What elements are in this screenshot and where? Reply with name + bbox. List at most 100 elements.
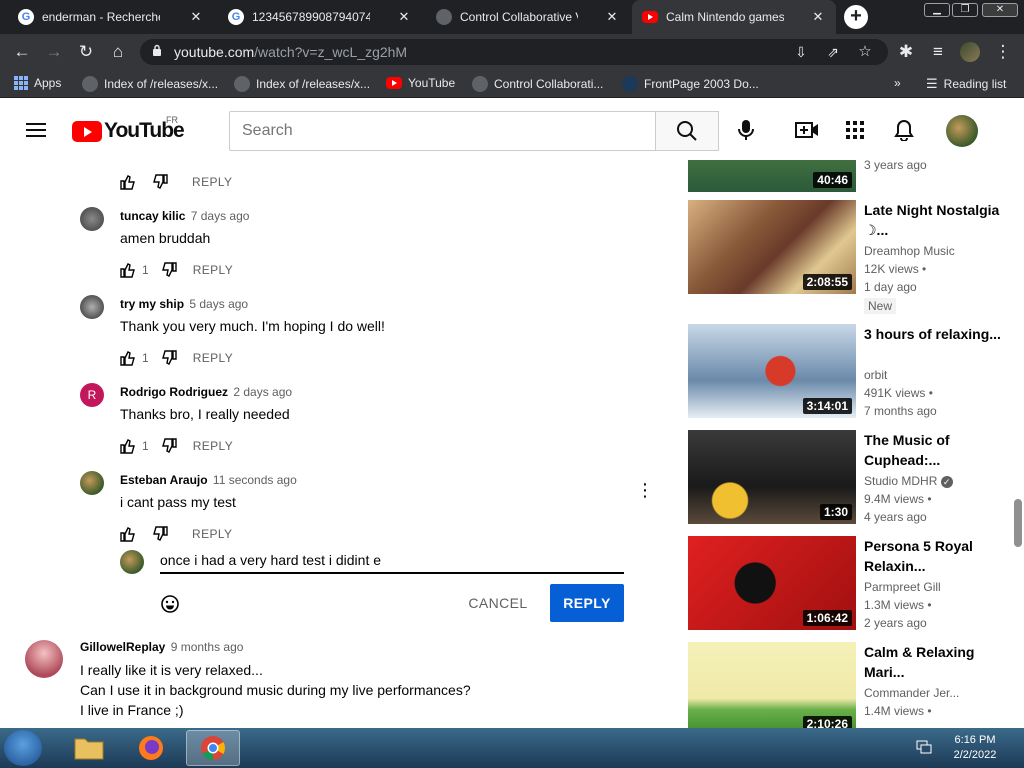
browser-tab[interactable]: G enderman - Recherche Goo ✕ [8, 0, 214, 34]
menu-kebab-icon[interactable]: ⋮ [992, 41, 1014, 63]
scrollbar-thumb[interactable] [1014, 499, 1022, 547]
network-icon[interactable] [916, 740, 932, 754]
thumbs-down-icon[interactable] [161, 262, 177, 278]
thumbs-down-icon[interactable] [152, 174, 168, 190]
hamburger-menu-icon[interactable] [26, 123, 46, 137]
video-channel[interactable]: Dreamhop Music [864, 244, 955, 258]
bookmark-item[interactable]: Index of /releases/x... [82, 76, 218, 92]
search-button[interactable] [655, 111, 719, 151]
thumbs-down-icon[interactable] [152, 526, 168, 542]
create-video-icon[interactable] [795, 118, 819, 142]
restore-button[interactable]: ❐ [952, 3, 978, 17]
reply-button[interactable]: REPLY [193, 263, 233, 277]
reload-icon[interactable]: ↻ [75, 41, 97, 63]
comment-author[interactable]: GillowelReplay 9 months ago [80, 640, 243, 654]
reply-button[interactable]: REPLY [193, 439, 233, 453]
cancel-button[interactable]: CANCEL [460, 584, 536, 622]
avatar[interactable]: R [80, 383, 104, 407]
thumbs-up-icon[interactable] [120, 262, 136, 278]
video-channel[interactable]: orbit [864, 368, 887, 382]
more-bookmarks-button[interactable]: » [894, 76, 901, 90]
start-button[interactable] [4, 730, 42, 766]
video-thumbnail[interactable]: 40:46 [688, 160, 856, 192]
close-icon[interactable]: ✕ [810, 9, 826, 25]
page-scrollbar[interactable] [1012, 160, 1024, 728]
video-title[interactable]: Persona 5 Royal Relaxin... [864, 536, 1002, 576]
comment-menu-kebab-icon[interactable]: ⋮ [636, 480, 654, 500]
reply-button[interactable]: REPLY [192, 175, 232, 189]
video-title[interactable]: 3 hours of relaxing... [864, 324, 1002, 344]
thumbs-up-icon[interactable] [120, 526, 136, 542]
bookmark-item[interactable]: Index of /releases/x... [234, 76, 370, 92]
reply-button[interactable]: REPLY [193, 351, 233, 365]
comment-author[interactable]: Esteban Araujo 11 seconds ago [120, 473, 297, 487]
related-video[interactable]: 1:30 The Music of Cuphead:... Studio MDH… [688, 430, 1008, 524]
chrome-taskbar-button[interactable] [186, 730, 240, 766]
video-thumbnail[interactable]: 3:14:01 [688, 324, 856, 418]
firefox-taskbar-button[interactable] [124, 730, 178, 766]
reading-list-button[interactable]: ☰ Reading list [926, 76, 1006, 92]
browser-tab[interactable]: Control Collaborative Virtu ✕ [426, 0, 630, 34]
related-video[interactable]: 40:46 3 years ago [688, 160, 1008, 192]
thumbs-up-icon[interactable] [120, 350, 136, 366]
thumbs-down-icon[interactable] [161, 350, 177, 366]
search-input[interactable] [229, 111, 656, 151]
avatar[interactable] [80, 207, 104, 231]
bookmark-item[interactable]: YouTube [386, 76, 455, 90]
comment-author[interactable]: Rodrigo Rodriguez 2 days ago [120, 385, 292, 399]
related-video[interactable]: 3:14:01 3 hours of relaxing... orbit 491… [688, 324, 1008, 418]
reply-button[interactable]: REPLY [192, 527, 232, 541]
explorer-taskbar-button[interactable] [62, 730, 116, 766]
avatar[interactable] [80, 295, 104, 319]
thumbs-down-icon[interactable] [161, 438, 177, 454]
thumbs-up-icon[interactable] [120, 438, 136, 454]
video-title[interactable]: The Music of Cuphead:... [864, 430, 1002, 470]
video-thumbnail[interactable]: 1:06:42 [688, 536, 856, 630]
emoji-icon[interactable] [160, 594, 180, 614]
video-title[interactable]: Calm & Relaxing Mari... [864, 642, 1002, 682]
bookmark-item[interactable]: Control Collaborati... [472, 76, 603, 92]
install-icon[interactable]: ⇩ [790, 41, 812, 63]
bookmark-item[interactable]: FrontPage 2003 Do... [622, 76, 759, 92]
related-video[interactable]: 1:06:42 Persona 5 Royal Relaxin... Parmp… [688, 536, 1008, 630]
video-thumbnail[interactable]: 2:10:26 [688, 642, 856, 728]
youtube-logo[interactable]: YouTube FR [72, 115, 185, 143]
comment-author[interactable]: try my ship 5 days ago [120, 297, 248, 311]
address-bar[interactable]: youtube.com/watch?v=z_wcL_zg2hM ⇩ ⇗ ☆ [140, 39, 888, 65]
video-thumbnail[interactable]: 2:08:55 [688, 200, 856, 294]
forward-icon[interactable]: → [43, 41, 65, 63]
reply-input[interactable] [160, 548, 624, 574]
close-icon[interactable]: ✕ [396, 9, 412, 25]
system-clock[interactable]: 6:16 PM 2/2/2022 [940, 733, 1010, 763]
comment-author[interactable]: tuncay kilic 7 days ago [120, 209, 249, 223]
window-close-button[interactable]: ✕ [982, 3, 1018, 17]
video-thumbnail[interactable]: 1:30 [688, 430, 856, 524]
close-icon[interactable]: ✕ [604, 9, 620, 25]
avatar[interactable] [80, 471, 104, 495]
minimize-button[interactable]: ▁ [924, 3, 950, 17]
extensions-icon[interactable]: ✱ [895, 41, 917, 63]
microphone-icon[interactable] [734, 118, 758, 142]
video-channel[interactable]: Commander Jer... [864, 686, 959, 700]
apps-icon[interactable] [843, 118, 867, 142]
share-icon[interactable]: ⇗ [822, 41, 844, 63]
reply-submit-button[interactable]: REPLY [550, 584, 624, 622]
back-icon[interactable]: ← [11, 41, 33, 63]
media-control-icon[interactable]: ≡ [927, 41, 949, 63]
video-title[interactable]: Late Night Nostalgia ☽... [864, 200, 1002, 240]
avatar[interactable] [25, 640, 63, 678]
new-tab-button[interactable]: + [844, 5, 868, 29]
browser-tab-active[interactable]: Calm Nintendo games mu ✕ [632, 0, 836, 34]
related-video[interactable]: 2:08:55 Late Night Nostalgia ☽... Dreamh… [688, 200, 1008, 314]
close-icon[interactable]: ✕ [188, 9, 204, 25]
bookmark-apps[interactable]: Apps [14, 76, 61, 90]
account-avatar[interactable] [946, 115, 978, 147]
profile-avatar[interactable] [960, 42, 980, 62]
thumbs-up-icon[interactable] [120, 174, 136, 190]
video-channel[interactable]: Studio MDHR ✓ [864, 474, 953, 488]
browser-tab[interactable]: G 12345678990879407430748 ✕ [218, 0, 422, 34]
video-channel[interactable]: Parmpreet Gill [864, 580, 941, 594]
related-video[interactable]: 2:10:26 Calm & Relaxing Mari... Commande… [688, 642, 1008, 728]
notifications-bell-icon[interactable] [892, 118, 916, 142]
home-icon[interactable]: ⌂ [107, 41, 129, 63]
